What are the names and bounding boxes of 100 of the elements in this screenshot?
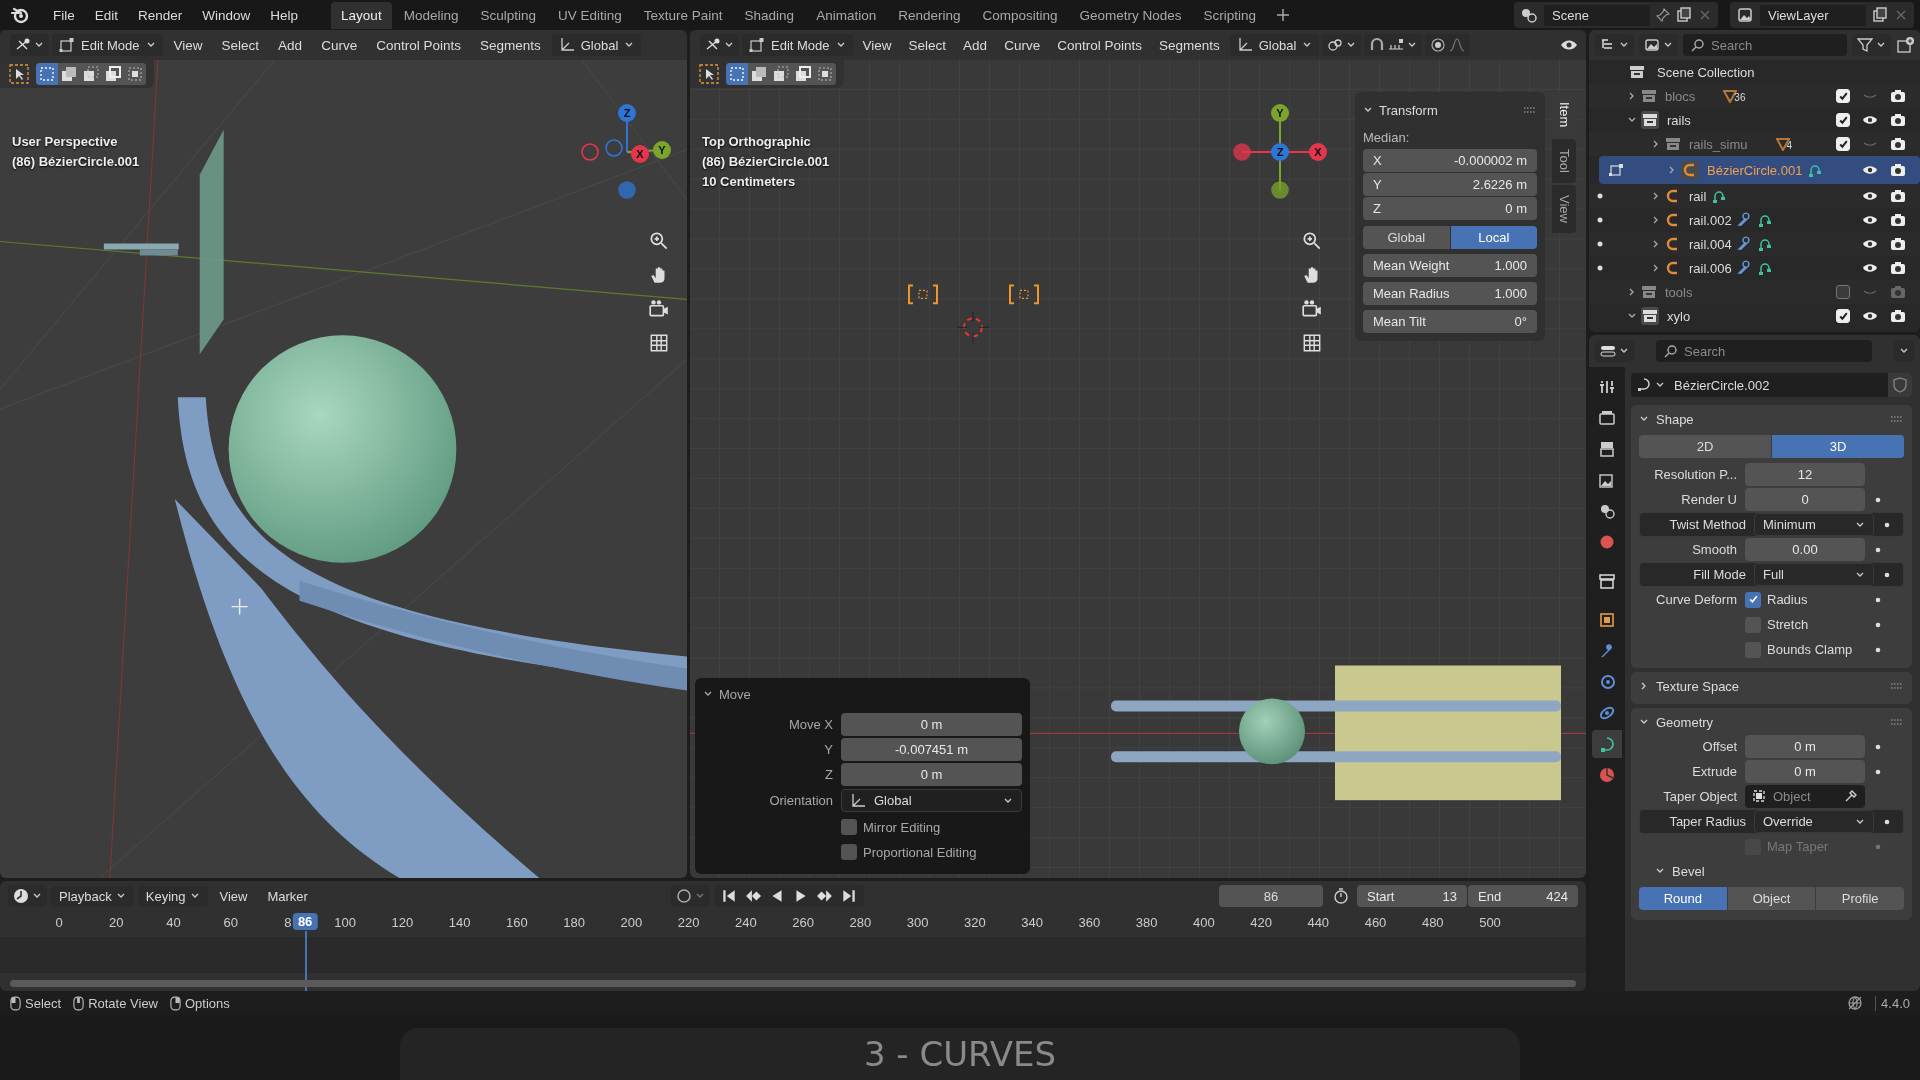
orientation-dropdown[interactable]: Global [551,34,642,56]
number-field[interactable]: Mean Tilt 0° [1363,310,1537,333]
menu-item[interactable]: Window [193,3,260,27]
dropdown[interactable]: Full [1754,563,1874,586]
workspace-tab[interactable]: Scripting [1193,1,1267,29]
proportional-editing-toggle[interactable] [1425,34,1471,56]
curve-data-icon[interactable] [1710,188,1727,204]
selection-mode-icon[interactable] [726,63,748,85]
zoom-icon[interactable] [648,230,670,252]
outliner-item[interactable]: xylo [1667,308,1691,324]
select-tool-icon[interactable] [8,63,30,85]
wrench-icon[interactable] [1735,260,1752,276]
scene-icon[interactable] [1520,6,1538,24]
menu-item[interactable]: Edit [85,3,128,27]
workspace-tab[interactable]: Animation [806,1,887,29]
keyframe-dot-icon[interactable] [1874,545,1882,554]
workspace-tab[interactable]: Layout [331,1,392,29]
editor-type-button[interactable] [700,34,739,56]
edit-mode-icon[interactable] [1608,162,1624,178]
menu-item[interactable]: View [165,33,211,57]
camera-icon[interactable] [1890,162,1906,178]
add-icon[interactable] [1276,8,1291,22]
grid-icon[interactable] [648,332,670,354]
viewport[interactable] [690,30,1586,878]
editor-type-button[interactable] [1595,340,1634,362]
eyedropper-icon[interactable] [1844,789,1858,803]
menu-item[interactable]: View [855,33,899,57]
menu-item[interactable]: Render [129,3,192,27]
workspace-tab[interactable]: UV Editing [548,1,632,29]
workspace-tab[interactable]: Sculpting [470,1,546,29]
copy-icon[interactable] [1872,7,1888,23]
filter-button[interactable] [1852,34,1891,56]
camera-icon[interactable] [1890,236,1906,252]
menu-item[interactable]: Add [270,33,311,57]
camera-icon[interactable] [1890,188,1906,204]
blender-logo-icon[interactable] [10,5,30,25]
number-field[interactable]: 0.00 [1745,538,1865,561]
fake-user-shield-icon[interactable] [1888,373,1912,397]
viewport[interactable]: Edit Mode View Select Add Curve Control Points Segments Global User Perspective (86) BézierCircle.001 Z X Y [0,30,687,878]
number-field[interactable]: Y 2.6226 m [1363,173,1537,196]
stopwatch-icon[interactable] [1333,888,1349,904]
menu-item[interactable]: Help [261,3,308,27]
menu-item[interactable]: File [44,3,84,27]
option-toggle[interactable]: Round [1639,887,1727,910]
data-tab-icon[interactable] [1592,730,1622,758]
pin-icon[interactable] [1656,8,1670,22]
workspace-tab[interactable]: Compositing [972,1,1068,29]
menu-item[interactable]: Marker [259,885,316,907]
number-field[interactable]: Z 0 m [1363,197,1537,220]
close-icon[interactable] [1698,8,1712,22]
workspace-tab[interactable]: Shading [734,1,805,29]
close-icon[interactable] [1894,8,1908,22]
workspace-tab[interactable]: Texture Paint [633,1,733,29]
number-field[interactable]: 12 [1745,463,1865,486]
checkbox[interactable]: Mirror Editing [841,819,941,835]
outliner-item[interactable]: BézierCircle.001 [1707,162,1803,178]
space-toggle[interactable]: Global [1363,226,1450,249]
keyframe-track-area[interactable] [0,937,1586,973]
outliner-item[interactable]: rails [1667,112,1691,128]
menu-item[interactable]: Curve [997,33,1048,57]
menu-item[interactable]: Control Points [368,33,469,57]
options-dropdown[interactable] [1894,340,1914,362]
select-tool-icon[interactable] [698,63,720,85]
panel-title[interactable]: Shape [1656,411,1694,427]
editor-type-button[interactable] [1595,34,1634,56]
number-field[interactable]: 0 m [1745,735,1865,758]
dot-icon[interactable] [1596,264,1604,272]
sidebar-tab[interactable]: Tool [1552,139,1576,184]
sidebar-tab[interactable]: Item [1552,92,1576,138]
curve-data-icon[interactable] [1806,162,1823,178]
number-field[interactable]: 0 [1745,488,1865,511]
snap-toggle[interactable] [1364,34,1423,56]
outliner-item[interactable]: rail.004 [1689,236,1732,252]
keyframe-dot-icon[interactable] [1874,595,1882,604]
option-toggle[interactable]: 3D [1772,435,1904,458]
number-field[interactable]: 0 m [841,762,1022,786]
space-toggle[interactable]: Local [1450,226,1537,249]
option-toggle[interactable]: Profile [1816,887,1904,910]
outliner-item[interactable]: rail [1689,188,1707,204]
outliner-item[interactable]: rails_simu [1689,136,1748,152]
dot-icon[interactable] [1596,216,1604,224]
search-field[interactable]: Search [1683,34,1847,56]
outliner-item[interactable]: rail.006 [1689,260,1732,276]
start-frame-field[interactable]: Start 13 [1357,885,1467,907]
outliner-item[interactable]: blocs [1665,88,1696,104]
number-field[interactable]: 0 m [841,712,1022,736]
panel-title[interactable]: Geometry [1656,714,1714,730]
panel-title[interactable]: Transform [1379,102,1438,118]
new-collection-icon[interactable] [1896,36,1914,54]
drag-handle-icon[interactable] [1890,683,1904,689]
menu-item[interactable]: Playback [51,885,134,907]
checkbox[interactable]: Bounds Clamp [1745,641,1865,658]
sidebar-tab[interactable]: View [1552,185,1576,234]
mode-dropdown[interactable]: Edit Mode [742,34,853,56]
drag-handle-icon[interactable] [1890,416,1904,422]
number-field[interactable]: X -0.000002 m [1363,149,1537,172]
dot-icon[interactable] [1596,240,1604,248]
workspace-tab[interactable]: Rendering [888,1,971,29]
menu-item[interactable]: Segments [471,33,549,57]
orientation-dropdown[interactable]: Global [1229,34,1320,56]
